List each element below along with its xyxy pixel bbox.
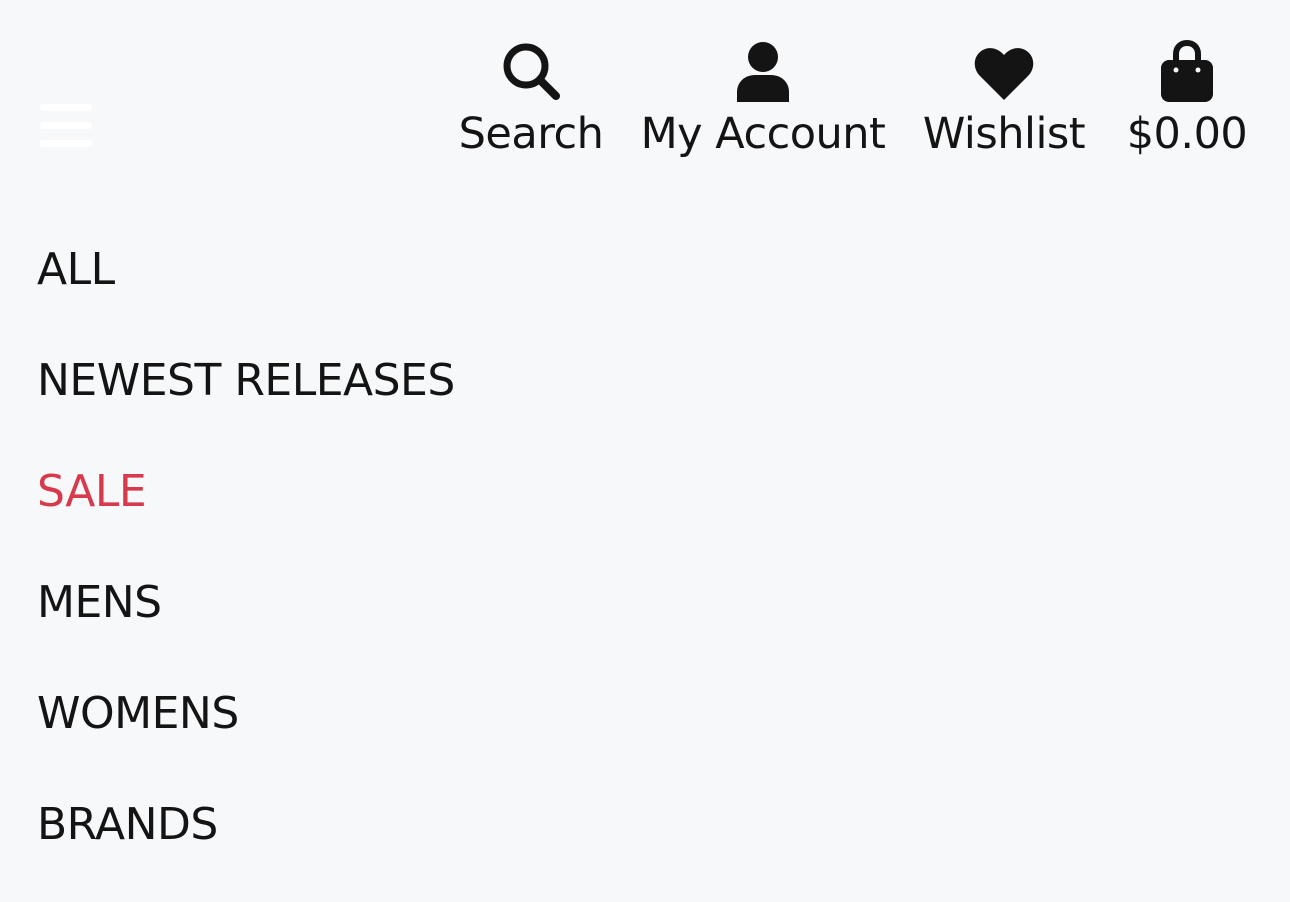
nav-item-newest-releases[interactable]: NEWEST RELEASES (37, 351, 455, 462)
category-nav: ALL NEWEST RELEASES SALE MENS WOMENS BRA… (37, 240, 455, 902)
nav-item-all[interactable]: ALL (37, 240, 455, 351)
cart-total-label: $0.00 (1126, 109, 1248, 159)
cart-button[interactable]: $0.00 (1116, 38, 1258, 168)
search-label: Search (458, 109, 604, 159)
nav-item-brands[interactable]: BRANDS (37, 795, 455, 902)
nav-item-sale[interactable]: SALE (37, 462, 455, 573)
shopping-bag-icon (1159, 38, 1215, 102)
heart-icon (973, 38, 1035, 102)
my-account-button[interactable]: My Account (636, 38, 890, 168)
page: Search My Account Wishlist $0.00 ALL NEW… (0, 0, 1290, 902)
hamburger-menu-icon[interactable] (40, 104, 92, 148)
nav-item-womens[interactable]: WOMENS (37, 684, 455, 795)
search-icon (500, 38, 562, 102)
wishlist-button[interactable]: Wishlist (918, 38, 1090, 168)
search-button[interactable]: Search (452, 38, 610, 168)
my-account-label: My Account (640, 109, 886, 159)
user-icon (735, 38, 791, 102)
wishlist-label: Wishlist (922, 109, 1086, 159)
nav-item-mens[interactable]: MENS (37, 573, 455, 684)
